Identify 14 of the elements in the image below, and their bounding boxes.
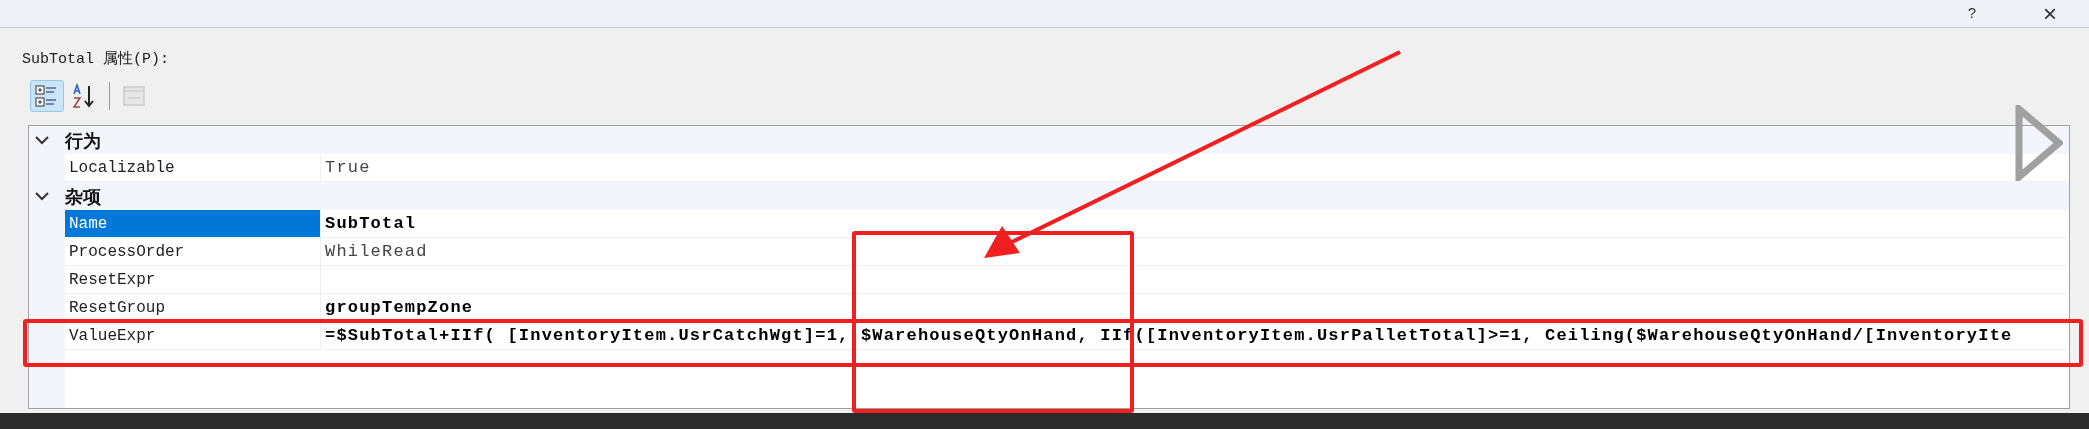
categorized-button[interactable] [30, 80, 64, 112]
property-name[interactable]: ProcessOrder [65, 238, 321, 266]
property-name[interactable]: ResetExpr [65, 266, 321, 294]
property-name[interactable]: ValueExpr [65, 322, 321, 350]
property-name[interactable]: Name [65, 210, 321, 238]
category-label: 杂项 [65, 184, 101, 209]
category-label: 行为 [65, 128, 101, 153]
close-button[interactable]: × [2011, 0, 2089, 28]
play-icon[interactable] [2015, 105, 2063, 181]
property-pages-icon [121, 83, 147, 109]
chevron-down-icon[interactable] [35, 191, 49, 201]
help-button[interactable]: ? [1933, 0, 2011, 28]
chevron-down-icon[interactable] [35, 135, 49, 145]
panel-label: SubTotal 属性(P): [22, 51, 170, 68]
